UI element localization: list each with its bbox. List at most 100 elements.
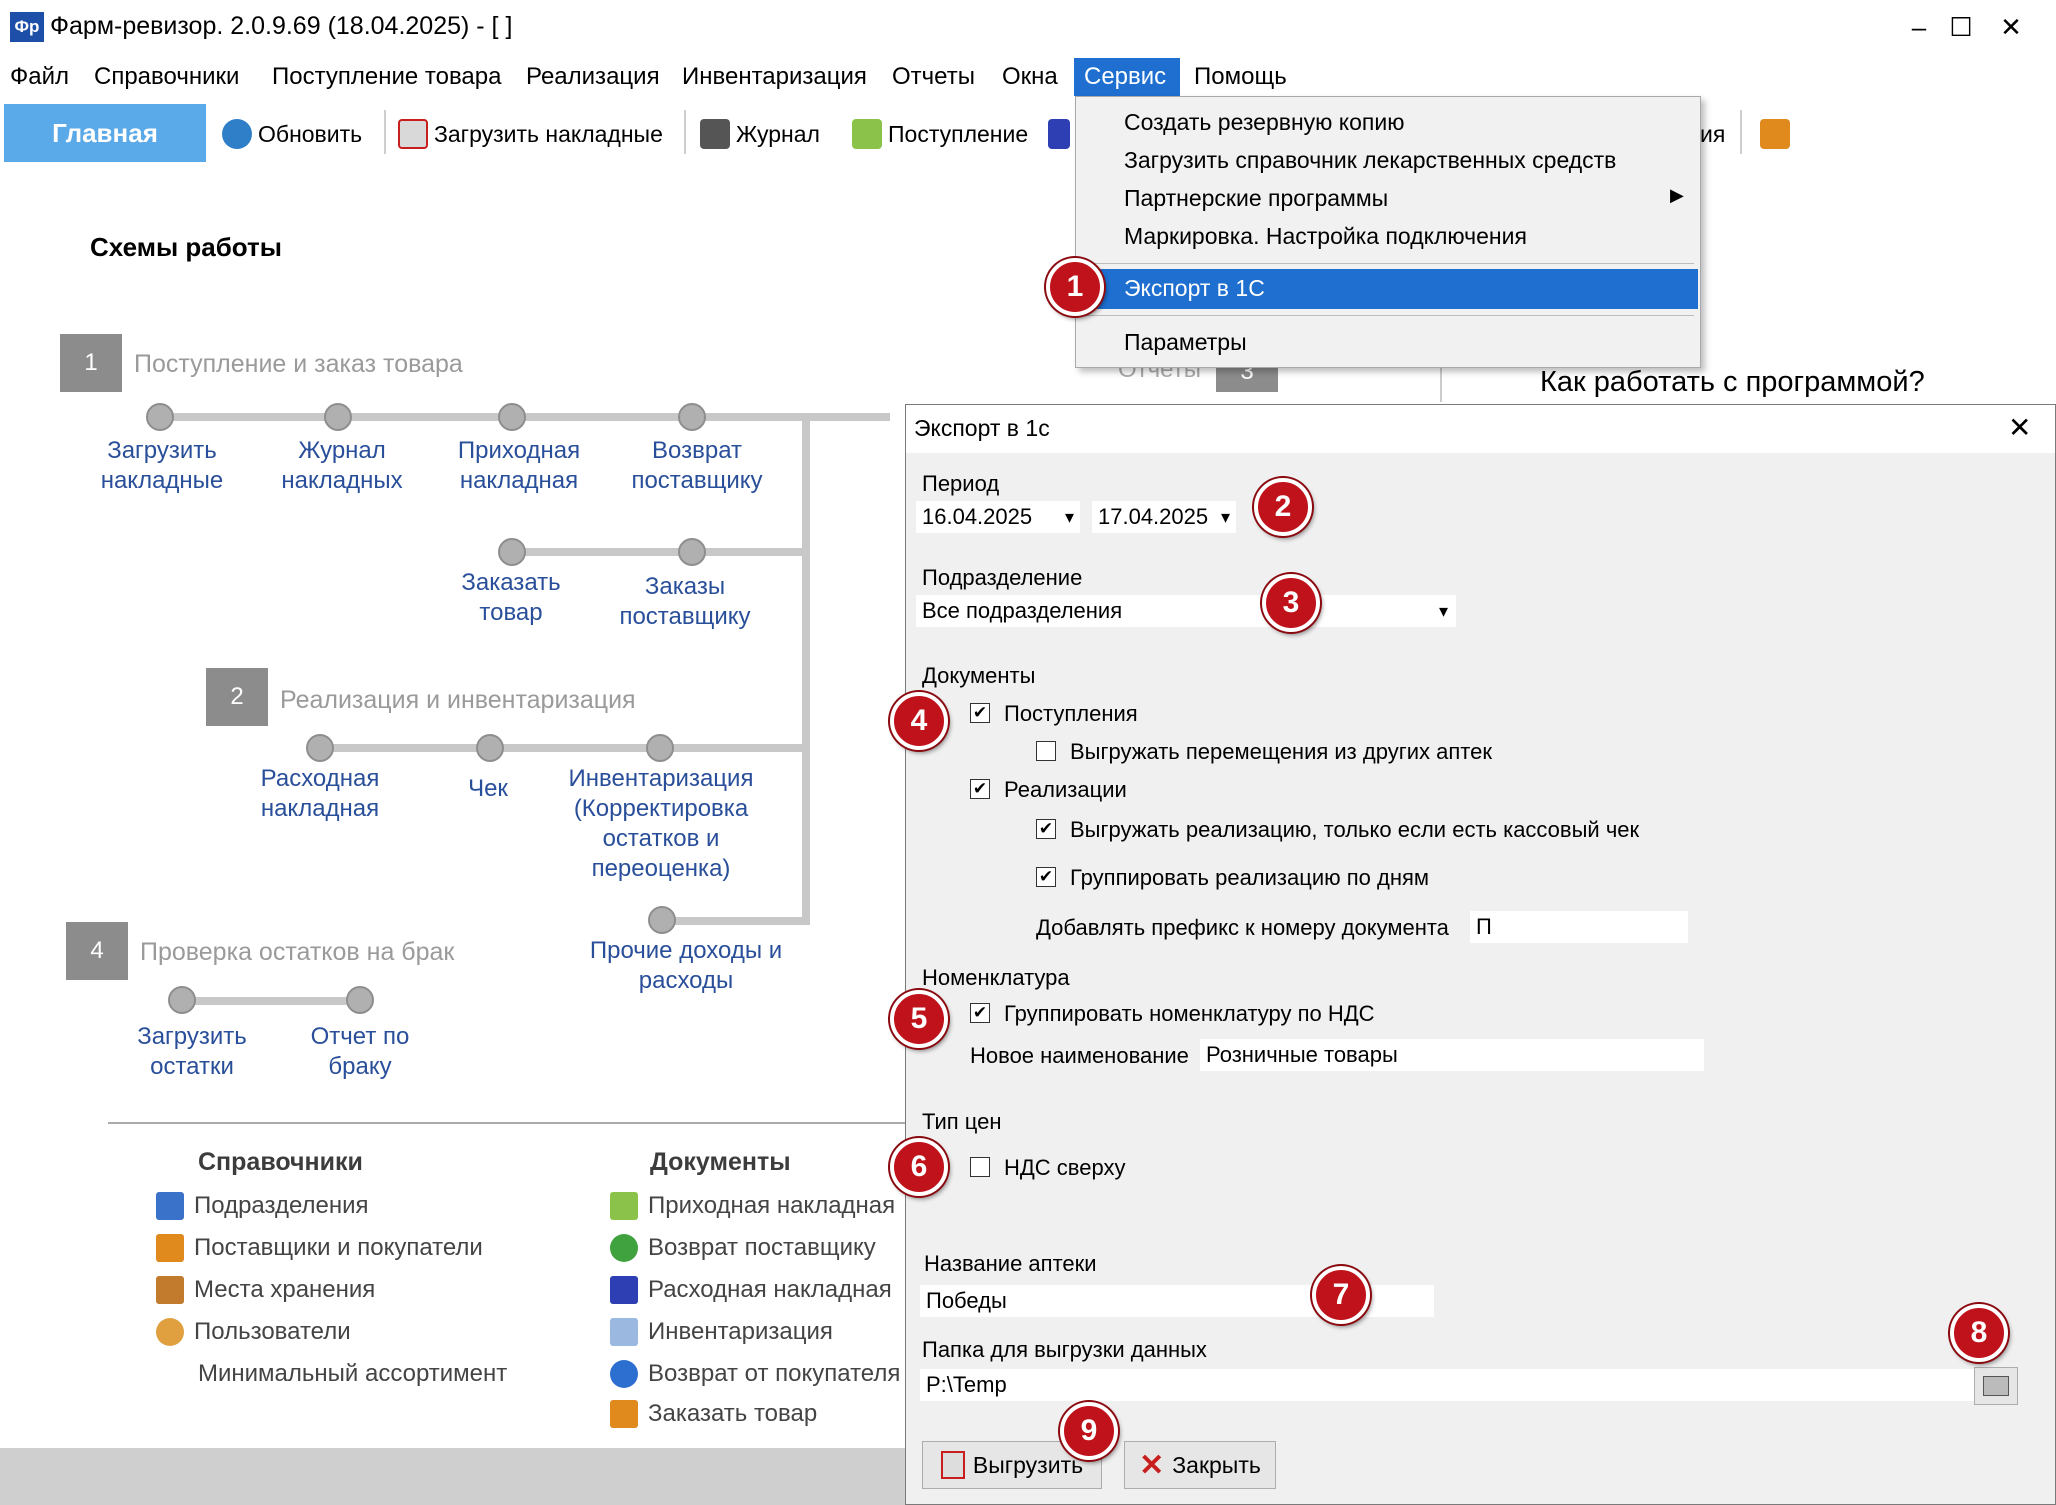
incoming-doc-icon <box>610 1192 638 1220</box>
folder-open-icon <box>1983 1376 2009 1396</box>
dialog-title-bar <box>906 405 2055 453</box>
expense-icon <box>1048 119 1070 149</box>
sales-label: Реализации <box>1004 777 1127 802</box>
step-badge-2: 2 <box>1254 478 1312 536</box>
flow-node <box>476 734 504 762</box>
ref-storage-label: Места хранения <box>194 1276 376 1303</box>
menu-help[interactable]: Помощь <box>1184 58 1297 96</box>
date-to-picker[interactable]: 17.04.2025 ▾ <box>1092 501 1236 533</box>
toolbar-hidden-button[interactable]: ия <box>1700 114 1725 154</box>
inventory-doc-icon <box>610 1318 638 1346</box>
expense-button[interactable] <box>1048 114 1070 154</box>
link-check[interactable]: Чек <box>446 774 530 804</box>
ref-storage[interactable]: Места хранения <box>156 1276 375 1304</box>
flow-node <box>498 538 526 566</box>
link-invoice-journal[interactable]: Журнал накладных <box>270 436 414 496</box>
step-badge-5: 5 <box>890 990 948 1048</box>
group-vat-checkbox[interactable]: ✔ <box>970 1003 990 1023</box>
step-badge-6: 6 <box>890 1138 948 1196</box>
menu-item-load-drug-reference[interactable]: Загрузить справочник лекарственных средс… <box>1124 147 1616 174</box>
step-badge-9: 9 <box>1060 1402 1118 1460</box>
section1-rail <box>510 548 802 556</box>
flow-node <box>168 986 196 1014</box>
vat-top-checkbox[interactable] <box>970 1157 990 1177</box>
menu-item-partner-programs[interactable]: Партнерские программы <box>1124 185 1388 212</box>
menu-sales[interactable]: Реализация <box>516 58 670 96</box>
flow-vertical-rail <box>802 413 810 925</box>
section2-title: Реализация и инвентаризация <box>280 686 636 714</box>
division-label: Подразделение <box>922 565 1083 590</box>
group-days-checkbox[interactable]: ✔ <box>1036 867 1056 887</box>
menu-file[interactable]: Файл <box>0 58 79 96</box>
transfers-label: Выгружать перемещения из других аптек <box>1070 739 1492 764</box>
divisions-icon <box>156 1192 184 1220</box>
doc-return-supplier-label: Возврат поставщику <box>648 1234 876 1261</box>
receipt-button[interactable]: Поступление <box>852 114 1028 154</box>
dialog-close-icon[interactable]: ✕ <box>2008 411 2031 444</box>
menu-item-export-1c[interactable]: Экспорт в 1С <box>1124 275 1265 302</box>
load-invoices-button[interactable]: Загрузить накладные <box>398 114 663 154</box>
sales-receipt-checkbox[interactable]: ✔ <box>1036 819 1056 839</box>
doc-incoming-invoice[interactable]: Приходная накладная <box>610 1192 895 1220</box>
ref-suppliers[interactable]: Поставщики и покупатели <box>156 1234 483 1262</box>
section2-rail <box>320 744 802 752</box>
link-defect-report[interactable]: Отчет по браку <box>292 1022 428 1082</box>
menu-reports[interactable]: Отчеты <box>882 58 985 96</box>
sales-checkbox[interactable]: ✔ <box>970 779 990 799</box>
doc-incoming-label: Приходная накладная <box>648 1192 896 1219</box>
toolbar-hidden-label: ия <box>1700 120 1726 147</box>
ref-divisions-label: Подразделения <box>194 1192 369 1219</box>
transfers-checkbox[interactable] <box>1036 741 1056 761</box>
division-select[interactable]: Все подразделения ▾ <box>916 595 1456 627</box>
link-load-stock[interactable]: Загрузить остатки <box>122 1022 262 1082</box>
doc-customer-return-label: Возврат от покупателя <box>648 1360 901 1387</box>
close-window-button[interactable]: ✕ <box>1966 0 2056 54</box>
flow-node <box>648 906 676 934</box>
date-from-picker[interactable]: 16.04.2025 ▾ <box>916 501 1080 533</box>
menu-windows[interactable]: Окна <box>992 58 1068 96</box>
help-title[interactable]: Как работать с программой? <box>1540 366 1925 399</box>
link-return-supplier[interactable]: Возврат поставщику <box>622 436 772 496</box>
doc-order-goods[interactable]: Заказать товар <box>610 1400 817 1428</box>
menu-item-backup[interactable]: Создать резервную копию <box>1124 109 1404 136</box>
link-inventory[interactable]: Инвентаризация (Корректировка остатков и… <box>556 764 766 884</box>
refresh-button[interactable]: Обновить <box>222 114 362 154</box>
step-badge-7: 7 <box>1312 1266 1370 1324</box>
link-order-goods[interactable]: Заказать товар <box>436 568 586 628</box>
ref-divisions[interactable]: Подразделения <box>156 1192 369 1220</box>
menu-references[interactable]: Справочники <box>84 58 249 96</box>
prefix-input[interactable]: П <box>1470 911 1688 943</box>
chevron-down-icon: ▾ <box>1064 507 1074 527</box>
receipts-checkbox[interactable]: ✔ <box>970 703 990 723</box>
menu-service[interactable]: Сервис <box>1074 58 1180 96</box>
link-other-income[interactable]: Прочие доходы и расходы <box>580 936 792 996</box>
ref-users[interactable]: Пользователи <box>156 1318 351 1346</box>
folder-input[interactable]: P:\Temp <box>920 1369 1982 1401</box>
menu-inventory[interactable]: Инвентаризация <box>672 58 877 96</box>
doc-expense-invoice[interactable]: Расходная накладная <box>610 1276 892 1304</box>
menu-item-marking-settings[interactable]: Маркировка. Настройка подключения <box>1124 223 1527 250</box>
schemes-heading: Схемы работы <box>90 232 282 262</box>
doc-customer-return[interactable]: Возврат от покупателя <box>610 1360 900 1388</box>
doc-return-supplier[interactable]: Возврат поставщику <box>610 1234 876 1262</box>
new-name-input[interactable]: Розничные товары <box>1200 1039 1704 1071</box>
tools-button[interactable] <box>1760 114 1790 154</box>
dialog-title: Экспорт в 1с <box>914 415 1050 441</box>
link-load-invoices[interactable]: Загрузить накладные <box>90 436 234 496</box>
journal-button[interactable]: Журнал <box>700 114 820 154</box>
link-expense-invoice[interactable]: Расходная накладная <box>242 764 398 824</box>
status-bar <box>0 1448 905 1505</box>
section1-title: Поступление и заказ товара <box>134 350 463 378</box>
browse-folder-button[interactable] <box>1974 1367 2018 1405</box>
new-name-label: Новое наименование <box>970 1043 1189 1068</box>
window-title: Фарм-ревизор. 2.0.9.69 (18.04.2025) - [ … <box>50 12 513 40</box>
menu-goods-receipt[interactable]: Поступление товара <box>262 58 511 96</box>
menu-item-parameters[interactable]: Параметры <box>1124 329 1247 356</box>
link-incoming-invoice[interactable]: Приходная накладная <box>444 436 594 496</box>
ref-min-assortment[interactable]: Минимальный ассортимент <box>198 1360 507 1388</box>
close-button[interactable]: ✕ Закрыть <box>1124 1441 1276 1489</box>
link-supplier-orders[interactable]: Заказы поставщику <box>610 572 760 632</box>
doc-inventory[interactable]: Инвентаризация <box>610 1318 833 1346</box>
export-button-label: Выгрузить <box>972 1451 1084 1478</box>
home-tab[interactable]: Главная <box>4 104 206 162</box>
